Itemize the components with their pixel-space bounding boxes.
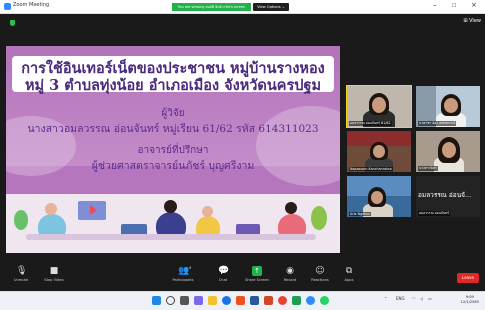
- advisor-name: ผู้ช่วยศาสตราจารย์นภัชร์ บุญศรีงาม: [91, 160, 255, 172]
- person-head: [164, 200, 177, 213]
- participant-name: นางสาวนิสา: [418, 166, 438, 171]
- system-clock[interactable]: 9:09 12/1/2565: [461, 295, 479, 305]
- windows-taskbar: ⌃ ENG ◠ ◁ ▭ 9:09 12/1/2565: [0, 291, 485, 310]
- participant-name: อมลวรรณ อ่อนจันทร์: [418, 211, 451, 216]
- store-icon[interactable]: [236, 296, 245, 305]
- participant-big-name: อมลวรรณ อ่อนจั...: [418, 191, 472, 199]
- security-shield-icon[interactable]: [10, 20, 15, 26]
- share-screen-icon: ↑: [252, 266, 262, 276]
- participant-tile[interactable]: อมลวรรณ อ่อนจั... อมลวรรณ อ่อนจันทร์: [416, 176, 480, 217]
- wifi-icon[interactable]: ◠: [412, 296, 416, 301]
- participant-tile[interactable]: Aria Ngekun: [347, 176, 411, 217]
- minimize-button[interactable]: –: [433, 1, 437, 9]
- play-icon: [90, 205, 97, 215]
- battery-icon[interactable]: ▭: [428, 296, 432, 301]
- share-screen-button[interactable]: ↑ Share Screen: [243, 266, 271, 282]
- participant-name: Aria Ngekun: [349, 212, 372, 216]
- title-bar: Zoom Meeting You are viewing สมบัติ อิทธ…: [0, 0, 485, 14]
- person-head: [45, 203, 57, 215]
- desk-illustration: [26, 234, 316, 240]
- participants-count: 9: [189, 266, 192, 270]
- chat-button[interactable]: 💬 Chat: [214, 266, 232, 282]
- zoom-window: Zoom Meeting You are viewing สมบัติ อิทธ…: [0, 0, 485, 310]
- plant-illustration: [14, 210, 28, 230]
- person-head: [202, 206, 213, 217]
- maximize-button[interactable]: ☐: [452, 3, 456, 9]
- view-options-button[interactable]: View Options ⌄: [253, 3, 289, 11]
- meeting-toolbar: 🎙 Unmute ■ Stop Video 👥 Participants 9 💬…: [0, 264, 485, 291]
- participant-name: อมลวรรณ อ่อนจันทร์ 61/62: [349, 121, 392, 126]
- participant-tile[interactable]: อมลวรรณ อ่อนจันทร์ 61/62: [346, 85, 412, 128]
- slide-title-line2: หมู่ 3 ตำบลทุ่งน้อย อำเภอเมือง จังหวัดนค…: [24, 77, 322, 94]
- participant-tile[interactable]: นาตาชา อ๋อง เทพทศกรณ์: [416, 86, 480, 127]
- microphone-muted-icon: 🎙: [16, 266, 28, 276]
- app-title: Zoom Meeting: [13, 2, 50, 8]
- excel-icon[interactable]: [292, 296, 301, 305]
- reactions-smiley-icon: ☺: [315, 266, 325, 276]
- participant-face: [373, 145, 385, 158]
- advisor-heading: อาจารย์ที่ปรึกษา: [137, 145, 209, 156]
- edge-browser-icon[interactable]: [222, 296, 231, 305]
- participant-face: [444, 98, 458, 113]
- line-app-icon[interactable]: [320, 296, 329, 305]
- leave-button[interactable]: Leave: [457, 273, 479, 283]
- participant-tile[interactable]: Napassorn Kanchanraksa: [347, 131, 411, 172]
- participant-name: นาตาชา อ๋อง เทพทศกรณ์: [418, 121, 457, 126]
- participant-face: [371, 191, 383, 204]
- apps-button[interactable]: ⧉ Apps: [340, 266, 358, 282]
- screen-share-banner: You are viewing สมบัติ อิทธิวานิช's scre…: [172, 3, 251, 11]
- word-icon[interactable]: [250, 296, 259, 305]
- participants-icon: 👥: [178, 266, 190, 276]
- slide-title-box: การใช้อินเทอร์เน็ตของประชาชน หมู่บ้านราง…: [12, 56, 334, 94]
- stop-video-button[interactable]: ■ Stop Video: [40, 266, 68, 282]
- participant-name: Napassorn Kanchanraksa: [349, 167, 393, 171]
- speaker-icon[interactable]: ◁: [420, 296, 423, 301]
- record-button[interactable]: ◉ Record: [280, 266, 300, 282]
- view-layout-button[interactable]: ⊞ View: [463, 18, 481, 24]
- video-camera-icon: ■: [49, 266, 59, 276]
- chat-teams-icon[interactable]: [194, 296, 203, 305]
- participants-button[interactable]: 👥 Participants: [168, 266, 198, 282]
- windows-start-icon[interactable]: [152, 296, 161, 305]
- clock-date: 12/1/2565: [460, 300, 479, 304]
- close-button[interactable]: ×: [471, 1, 477, 9]
- search-icon[interactable]: [166, 296, 175, 305]
- chrome-icon[interactable]: [278, 296, 287, 305]
- researcher-name: นางสาวอมลวรรณ อ่อนจันทร์ หมู่เรียน 61/62…: [27, 123, 319, 135]
- reactions-button[interactable]: ☺ Reactions: [307, 266, 333, 282]
- file-explorer-icon[interactable]: [208, 296, 217, 305]
- participant-tile[interactable]: นางสาวนิสา: [416, 131, 480, 172]
- record-icon: ◉: [286, 266, 294, 276]
- zoom-logo-icon: [4, 3, 11, 10]
- online-meeting-illustration: [6, 194, 340, 253]
- participant-face: [442, 142, 456, 158]
- tray-chevron-icon[interactable]: ⌃: [384, 296, 387, 301]
- plant-illustration: [311, 206, 327, 230]
- powerpoint-icon[interactable]: [264, 296, 273, 305]
- chat-icon: 💬: [218, 266, 230, 276]
- apps-icon: ⧉: [345, 266, 353, 276]
- task-view-icon[interactable]: [180, 296, 189, 305]
- language-indicator[interactable]: ENG: [396, 296, 405, 301]
- zoom-taskbar-icon[interactable]: [306, 296, 315, 305]
- researcher-heading: ผู้วิจัย: [161, 108, 185, 119]
- participant-face: [372, 97, 386, 113]
- person-head: [285, 202, 297, 214]
- unmute-button[interactable]: 🎙 Unmute: [10, 266, 32, 282]
- shared-screen-slide: การใช้อินเทอร์เน็ตของประชาชน หมู่บ้านราง…: [6, 46, 340, 253]
